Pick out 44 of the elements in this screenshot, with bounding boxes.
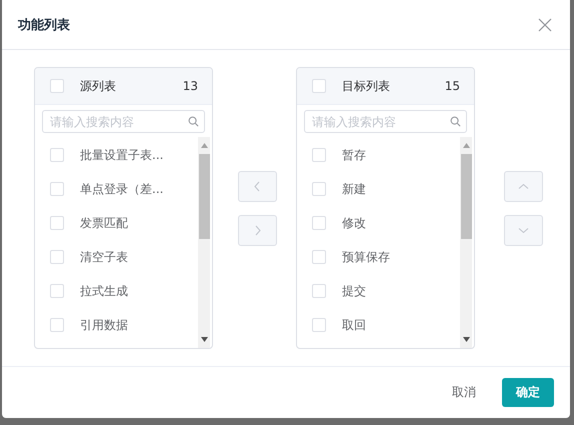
scrollbar[interactable] <box>460 137 472 348</box>
item-checkbox[interactable] <box>50 182 64 196</box>
search-icon <box>188 116 199 127</box>
list-item-label[interactable]: 提交 <box>342 282 366 300</box>
select-all-checkbox[interactable] <box>312 79 326 93</box>
search-field[interactable]: 请输入搜索内容 <box>42 110 205 133</box>
panel-title: 源列表 <box>80 78 117 94</box>
cancel-button[interactable]: 取消 <box>442 378 486 407</box>
item-checkbox[interactable] <box>312 284 326 298</box>
item-count: 13 <box>182 79 198 93</box>
item-checkbox[interactable] <box>312 318 326 332</box>
confirm-button[interactable]: 确定 <box>502 378 554 407</box>
list-item-label[interactable]: 暂存 <box>342 146 366 164</box>
list-item-label[interactable]: 清空子表 <box>80 248 128 266</box>
list-item-label[interactable]: 批量设置子表... <box>80 146 164 164</box>
list-item-label[interactable]: 单点登录（差... <box>80 180 164 198</box>
list-item-label[interactable]: 修改 <box>342 214 366 232</box>
item-checkbox[interactable] <box>312 250 326 264</box>
list-item-label[interactable]: 发票匹配 <box>80 214 128 232</box>
scrollbar[interactable] <box>198 137 210 348</box>
item-checkbox[interactable] <box>50 250 64 264</box>
scroll-up-arrow-icon[interactable] <box>462 143 470 148</box>
list-item-label[interactable]: 新建 <box>342 180 366 198</box>
item-checkbox[interactable] <box>50 318 64 332</box>
item-checkbox[interactable] <box>312 182 326 196</box>
list-item-label[interactable]: 预算保存 <box>342 248 390 266</box>
item-checkbox[interactable] <box>50 216 64 230</box>
item-checkbox[interactable] <box>50 284 64 298</box>
list-item-label[interactable]: 拉式生成 <box>80 282 128 300</box>
dialog-title: 功能列表 <box>18 16 70 34</box>
close-icon[interactable] <box>538 18 552 32</box>
search-field[interactable]: 请输入搜索内容 <box>304 110 467 133</box>
scroll-down-arrow-icon[interactable] <box>462 337 470 342</box>
select-all-checkbox[interactable] <box>50 79 64 93</box>
item-count: 15 <box>444 79 460 93</box>
item-checkbox[interactable] <box>312 216 326 230</box>
search-icon <box>450 116 461 127</box>
item-checkbox[interactable] <box>50 148 64 162</box>
scroll-up-arrow-icon[interactable] <box>200 143 208 148</box>
item-checkbox[interactable] <box>312 148 326 162</box>
panel-title: 目标列表 <box>342 78 391 94</box>
list-item-label[interactable]: 取回 <box>342 316 366 334</box>
scroll-down-arrow-icon[interactable] <box>200 337 208 342</box>
list-item-label[interactable]: 引用数据 <box>80 316 128 334</box>
